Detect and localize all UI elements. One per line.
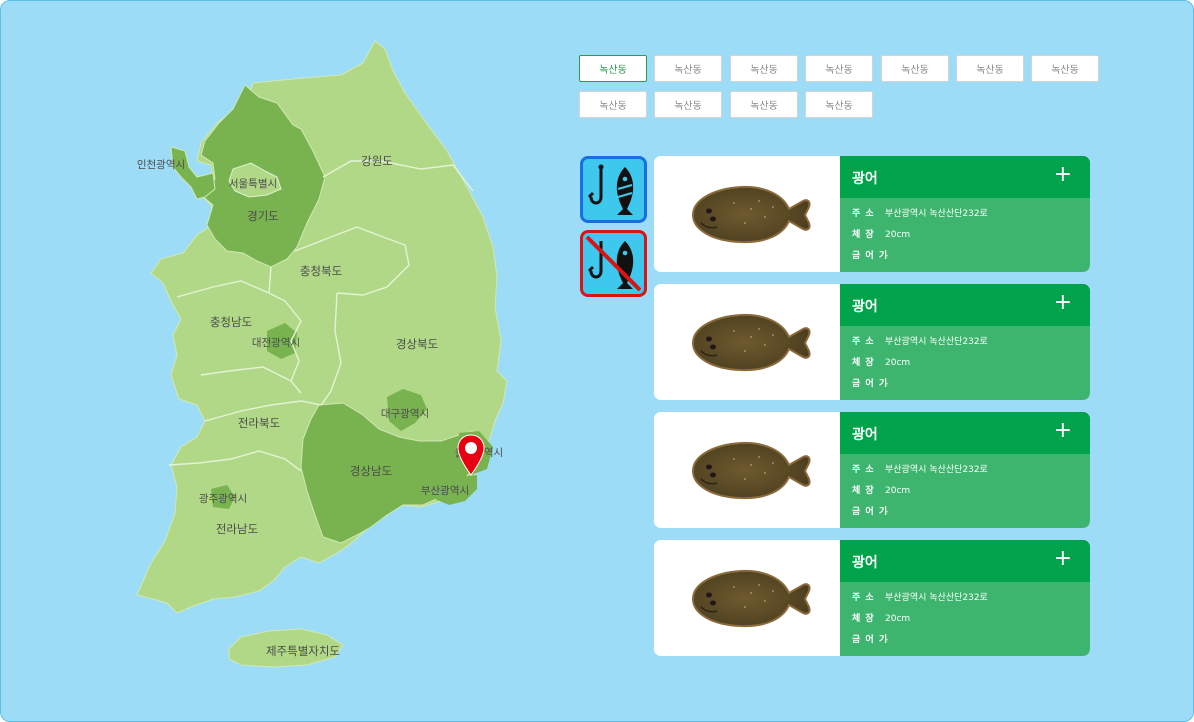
fish-photo — [654, 284, 840, 400]
fishing-allowed-icon — [587, 164, 634, 215]
size-key: 체 장 — [852, 230, 875, 240]
area-chip[interactable]: 녹산동 — [805, 55, 873, 82]
label-seoul: 서울특별시 — [229, 178, 277, 190]
fish-name: 광어 — [852, 427, 878, 443]
period-value: - — [885, 379, 889, 389]
korea-map: 인천광역시 서울특별시 경기도 강원도 충청북도 충청남도 대전광역시 경상북도… — [136, 40, 508, 668]
fish-card[interactable]: 광어 + 주 소 부산광역시 녹산산단232로 체 장 20cm 금 어 기- — [654, 284, 1090, 400]
fish-info: 광어 + 주 소 부산광역시 녹산산단232로 체 장 20cm 금 어 기- — [840, 540, 1090, 656]
fish-name: 광어 — [852, 299, 878, 315]
fish-period-row: 금 어 기- — [852, 376, 888, 389]
label-jeju: 제주특별자치도 — [266, 644, 340, 658]
size-key: 체 장 — [852, 358, 875, 368]
fish-info: 광어 + 주 소 부산광역시 녹산산단232로 체 장 20cm 금 어 기- — [840, 284, 1090, 400]
label-incheon: 인천광역시 — [137, 159, 185, 171]
size-value: 20cm — [885, 614, 911, 624]
period-value: - — [885, 251, 889, 261]
fish-address-row: 주 소 부산광역시 녹산산단232로 — [852, 334, 988, 347]
label-daegu: 대구광역시 — [381, 408, 429, 420]
fish-card[interactable]: 광어 + 주 소 부산광역시 녹산산단232로 체 장 20cm 금 어 기- — [654, 412, 1090, 528]
plus-icon[interactable]: + — [1054, 164, 1072, 186]
fish-photo — [654, 540, 840, 656]
flatfish-image — [691, 569, 811, 628]
fish-info: 광어 + 주 소 부산광역시 녹산산단232로 체 장 20cm 금 어 기- — [840, 156, 1090, 272]
fish-card-header: 광어 + — [840, 540, 1090, 582]
fish-address-row: 주 소 부산광역시 녹산산단232로 — [852, 590, 988, 603]
address-value: 부산광역시 녹산산단232로 — [885, 593, 988, 603]
period-value: - — [885, 635, 889, 645]
label-gangwon: 강원도 — [361, 154, 393, 168]
fish-card[interactable]: 광어 + 주 소 부산광역시 녹산산단232로 체 장 20cm 금 어 기- — [654, 156, 1090, 272]
size-key: 체 장 — [852, 486, 875, 496]
period-key: 금 어 기 — [852, 251, 889, 261]
size-value: 20cm — [885, 358, 911, 368]
area-chip[interactable]: 녹산동 — [730, 55, 798, 82]
fish-size-row: 체 장 20cm — [852, 483, 910, 496]
address-key: 주 소 — [852, 337, 875, 347]
fish-name: 광어 — [852, 171, 878, 187]
fish-card-header: 광어 + — [840, 284, 1090, 326]
size-key: 체 장 — [852, 614, 875, 624]
plus-icon[interactable]: + — [1054, 420, 1072, 442]
fish-period-row: 금 어 기- — [852, 504, 888, 517]
period-key: 금 어 기 — [852, 379, 889, 389]
plus-icon[interactable]: + — [1054, 292, 1072, 314]
flatfish-image — [691, 185, 811, 244]
area-chip[interactable]: 녹산동 — [956, 55, 1024, 82]
label-jeonbuk: 전라북도 — [238, 416, 280, 430]
label-gyeonggi: 경기도 — [247, 209, 279, 223]
area-chip[interactable]: 녹산동 — [654, 55, 722, 82]
plus-icon[interactable]: + — [1054, 548, 1072, 570]
app-frame: 인천광역시 서울특별시 경기도 강원도 충청북도 충청남도 대전광역시 경상북도… — [0, 0, 1194, 722]
fish-card-header: 광어 + — [840, 156, 1090, 198]
address-key: 주 소 — [852, 465, 875, 475]
fishing-banned-toggle[interactable] — [580, 230, 647, 297]
label-busan: 부산광역시 — [421, 485, 469, 497]
fish-card-header: 광어 + — [840, 412, 1090, 454]
label-daejeon: 대전광역시 — [252, 337, 300, 349]
area-chip[interactable]: 녹산동 — [1031, 55, 1099, 82]
fishing-allowed-toggle[interactable] — [580, 156, 647, 223]
fishing-banned-icon — [585, 235, 642, 292]
address-value: 부산광역시 녹산산단232로 — [885, 465, 988, 475]
fish-size-row: 체 장 20cm — [852, 227, 910, 240]
fish-name: 광어 — [852, 555, 878, 571]
area-chip[interactable]: 녹산동 — [579, 91, 647, 118]
period-key: 금 어 기 — [852, 507, 889, 517]
area-chip[interactable]: 녹산동 — [654, 91, 722, 118]
period-key: 금 어 기 — [852, 635, 889, 645]
fish-size-row: 체 장 20cm — [852, 355, 910, 368]
fish-photo — [654, 412, 840, 528]
label-gwangju: 광주광역시 — [199, 493, 247, 505]
fish-period-row: 금 어 기- — [852, 632, 888, 645]
address-key: 주 소 — [852, 209, 875, 219]
label-gyeongbuk: 경상북도 — [396, 337, 438, 351]
fish-photo — [654, 156, 840, 272]
address-key: 주 소 — [852, 593, 875, 603]
area-chip[interactable]: 녹산동 — [579, 55, 647, 82]
label-chungbuk: 충청북도 — [300, 264, 342, 278]
period-value: - — [885, 507, 889, 517]
area-chip[interactable]: 녹산동 — [881, 55, 949, 82]
fish-card[interactable]: 광어 + 주 소 부산광역시 녹산산단232로 체 장 20cm 금 어 기- — [654, 540, 1090, 656]
label-jeonnam: 전라남도 — [216, 522, 258, 536]
fish-address-row: 주 소 부산광역시 녹산산단232로 — [852, 206, 988, 219]
area-chip[interactable]: 녹산동 — [805, 91, 873, 118]
fish-address-row: 주 소 부산광역시 녹산산단232로 — [852, 462, 988, 475]
address-value: 부산광역시 녹산산단232로 — [885, 337, 988, 347]
size-value: 20cm — [885, 230, 911, 240]
location-pin-icon[interactable] — [457, 434, 485, 476]
area-chip[interactable]: 녹산동 — [730, 91, 798, 118]
size-value: 20cm — [885, 486, 911, 496]
fish-period-row: 금 어 기- — [852, 248, 888, 261]
fish-size-row: 체 장 20cm — [852, 611, 910, 624]
address-value: 부산광역시 녹산산단232로 — [885, 209, 988, 219]
fish-info: 광어 + 주 소 부산광역시 녹산산단232로 체 장 20cm 금 어 기- — [840, 412, 1090, 528]
label-gyeongnam: 경상남도 — [350, 464, 392, 478]
label-chungnam: 충청남도 — [210, 315, 252, 329]
flatfish-image — [691, 441, 811, 500]
flatfish-image — [691, 313, 811, 372]
